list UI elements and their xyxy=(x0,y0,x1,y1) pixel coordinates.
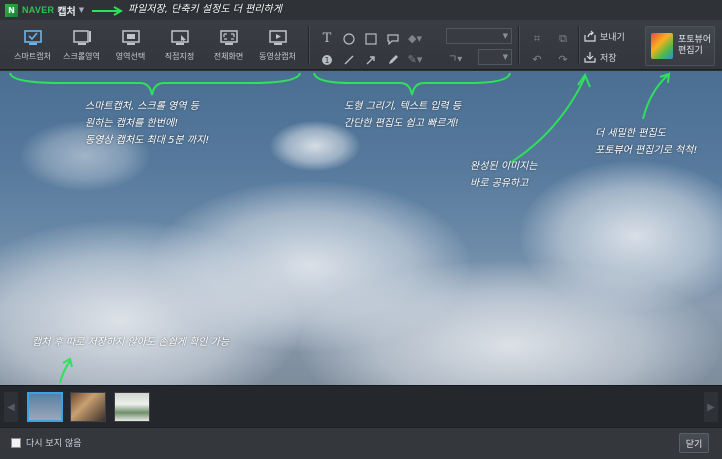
note-editor-line2: 포토뷰어 편집기로 척척! xyxy=(595,143,697,159)
arrow-tool-icon[interactable] xyxy=(360,49,382,70)
photo-editor-icon xyxy=(651,33,673,59)
dont-show-checkbox[interactable] xyxy=(11,438,21,448)
note-draw-line2: 간단한 편집도 쉽고 빠르게! xyxy=(344,116,459,132)
area-select-label: 영역선택 xyxy=(116,51,145,62)
toolbar-divider xyxy=(578,26,579,64)
line-color-icon[interactable]: ✎▾ xyxy=(404,49,426,70)
scroll-area-icon xyxy=(72,29,92,46)
naver-logo-icon: N xyxy=(5,4,18,17)
speech-bubble-tool-icon[interactable] xyxy=(382,28,404,49)
undo-icon[interactable]: ↶ xyxy=(524,49,550,70)
crop-icon[interactable]: ⌗ xyxy=(524,28,550,49)
note-draw-line1: 도형 그리기, 텍스트 입력 등 xyxy=(344,99,461,115)
note-capture-line3: 동영상 캡처도 최대 5분 까지! xyxy=(85,133,209,149)
thumbnail-selected[interactable] xyxy=(27,392,63,422)
line-tool-icon[interactable] xyxy=(338,49,360,70)
thumbnail[interactable] xyxy=(70,392,106,422)
font-size-icon: ㄱ▾ xyxy=(448,50,462,65)
save-button[interactable]: 저장 xyxy=(584,50,625,64)
circle-tool-icon[interactable] xyxy=(338,28,360,49)
footer: 다시 보지 않음 닫기 xyxy=(0,427,722,459)
smart-capture-icon xyxy=(23,29,43,46)
arrow-right-icon xyxy=(90,5,124,17)
svg-text:1: 1 xyxy=(324,56,329,65)
note-share-line2: 바로 공유하고 xyxy=(470,176,528,192)
toolbar-divider xyxy=(518,26,519,64)
share-icon xyxy=(584,30,596,42)
direct-select-label: 직접지정 xyxy=(165,51,194,62)
pen-tool-icon[interactable] xyxy=(382,49,404,70)
thumbnail[interactable] xyxy=(114,392,150,422)
share-button[interactable]: 보내기 xyxy=(584,29,625,43)
line-width-select[interactable]: ▼ xyxy=(478,49,512,65)
scroll-area-button[interactable]: 스크롤영역 xyxy=(57,24,106,66)
chevron-left-icon[interactable]: ◀ xyxy=(4,392,18,422)
fullscreen-icon xyxy=(219,29,239,46)
edit-tools: ⌗ ⧉ ↶ ↷ xyxy=(524,28,576,70)
number-marker-tool-icon[interactable]: 1 xyxy=(316,49,338,70)
area-select-button[interactable]: 영역선택 xyxy=(106,24,155,66)
direct-select-button[interactable]: 직접지정 xyxy=(155,24,204,66)
app-title[interactable]: 캡처 xyxy=(57,3,75,18)
share-label: 보내기 xyxy=(600,30,625,43)
chevron-right-icon[interactable]: ▶ xyxy=(704,392,718,422)
note-capture-line2: 원하는 캡처를 한번에! xyxy=(85,116,178,132)
font-size-select[interactable]: ㄱ▾ xyxy=(448,49,462,65)
smart-capture-button[interactable]: 스마트캡처 xyxy=(8,24,57,66)
chevron-down-icon[interactable]: ▼ xyxy=(79,6,84,14)
chevron-down-icon: ▼ xyxy=(503,32,508,40)
share-save-group: 보내기 저장 xyxy=(584,29,625,64)
chevron-down-icon: ▼ xyxy=(503,53,508,61)
area-select-icon xyxy=(121,29,141,46)
smart-capture-label: 스마트캡처 xyxy=(14,51,51,62)
video-capture-button[interactable]: 동영상캡처 xyxy=(253,24,302,66)
font-select[interactable]: ▼ xyxy=(446,28,512,44)
toolbar: 스마트캡처 스크롤영역 영역선택 직접지정 전체화면 동영상캡처 T ◆▾ 1 xyxy=(0,20,722,70)
direct-select-icon xyxy=(170,29,190,46)
capture-mode-group: 스마트캡처 스크롤영역 영역선택 직접지정 전체화면 동영상캡처 xyxy=(8,24,302,66)
photo-editor-label: 포토뷰어 편집기 xyxy=(678,35,712,57)
toolbar-divider xyxy=(308,26,309,64)
capture-canvas: 스마트캡처, 스크롤 영역 등 원하는 캡처를 한번에! 동영상 캡처도 최대 … xyxy=(0,71,722,385)
dont-show-label[interactable]: 다시 보지 않음 xyxy=(26,436,81,449)
video-capture-icon xyxy=(268,29,288,46)
text-tool-icon[interactable]: T xyxy=(316,28,338,49)
drawing-tools: T ◆▾ 1 ✎▾ xyxy=(316,28,426,70)
note-capture-line1: 스마트캡처, 스크롤 영역 등 xyxy=(85,99,199,115)
video-capture-label: 동영상캡처 xyxy=(259,51,296,62)
redo-icon[interactable]: ↷ xyxy=(550,49,576,70)
resize-icon[interactable]: ⧉ xyxy=(550,28,576,49)
fill-color-icon[interactable]: ◆▾ xyxy=(404,28,426,49)
close-button[interactable]: 닫기 xyxy=(679,433,709,453)
note-editor-line1: 더 세밀한 편집도 xyxy=(595,126,666,142)
fullscreen-label: 전체화면 xyxy=(214,51,243,62)
save-icon xyxy=(584,51,596,63)
save-label: 저장 xyxy=(600,51,617,64)
brand-label: NAVER xyxy=(22,5,54,15)
scroll-area-label: 스크롤영역 xyxy=(63,51,100,62)
rectangle-tool-icon[interactable] xyxy=(360,28,382,49)
note-bottom: 캡처 후 따로 저장하지 않아도 손쉽게 확인 가능 xyxy=(32,335,229,351)
fullscreen-button[interactable]: 전체화면 xyxy=(204,24,253,66)
note-top: 파일저장, 단축키 설정도 더 편리하게 xyxy=(128,2,282,18)
photo-editor-button[interactable]: 포토뷰어 편집기 xyxy=(645,26,715,66)
thumbnail-strip: ◀ ▶ xyxy=(0,385,722,427)
note-share-line1: 완성된 이미지는 xyxy=(470,159,538,175)
